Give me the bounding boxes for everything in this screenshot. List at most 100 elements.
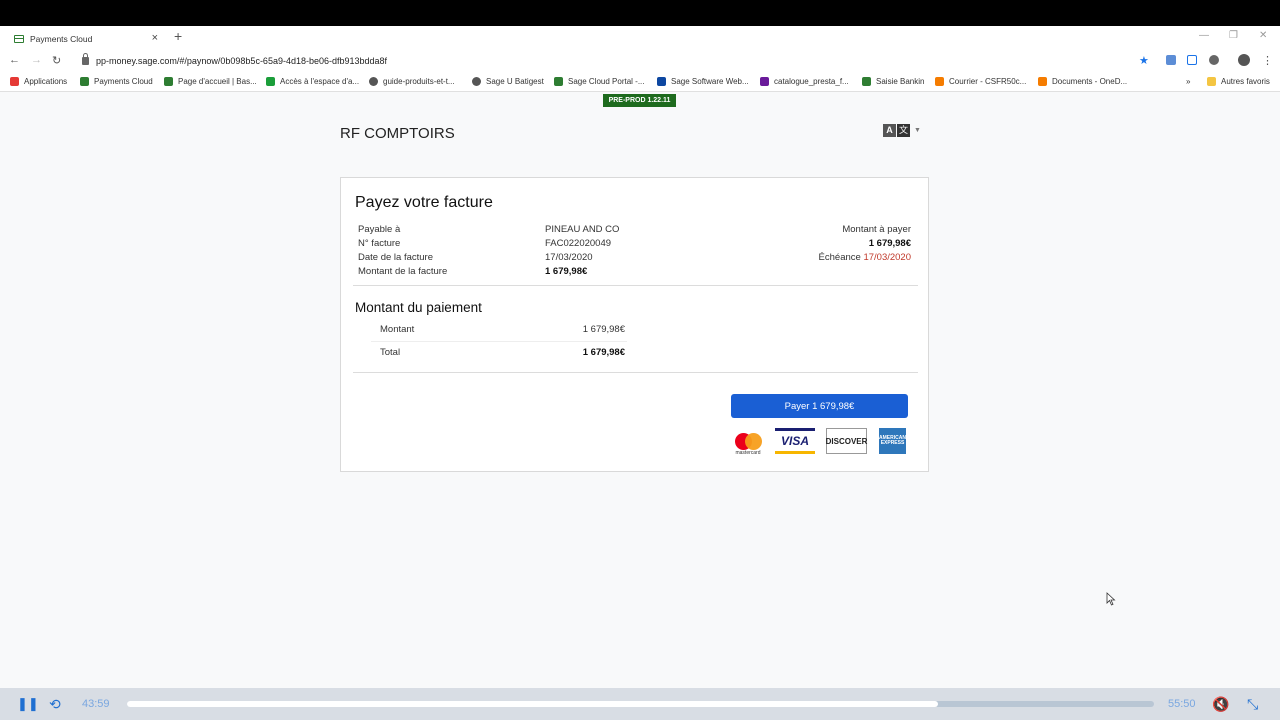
restore-icon[interactable]: ❐ — [1229, 30, 1238, 41]
invoice-amount-label: Montant de la facture — [358, 266, 448, 277]
forward-icon[interactable]: → — [31, 54, 42, 66]
bookmark-item[interactable]: Applications — [10, 77, 67, 86]
bookmark-label: Autres favoris — [1221, 77, 1270, 86]
bookmarks-bar: Applications Payments Cloud Page d'accueil… — [0, 72, 1280, 92]
bookmark-label: guide-produits-et-t... — [383, 77, 455, 86]
bookmark-item[interactable]: Accès à l'espace d'a... — [266, 77, 359, 86]
tab-strip: Payments Cloud × + — ❐ ✕ — [0, 26, 1280, 50]
language-selector[interactable]: A 文 ▼ — [883, 124, 921, 137]
bookmark-item[interactable]: Autres favoris — [1207, 77, 1270, 86]
elapsed-time: 43:59 — [82, 698, 110, 710]
sage-icon — [554, 77, 563, 86]
minimize-icon[interactable]: — — [1199, 30, 1209, 41]
bookmark-item[interactable]: Courrier - CSFR50c... — [935, 77, 1026, 86]
bookmark-item[interactable]: Page d'accueil | Bas... — [164, 77, 257, 86]
profile-avatar-icon[interactable] — [1238, 54, 1250, 66]
payable-label: Payable à — [358, 224, 401, 235]
sage-icon — [657, 77, 666, 86]
bookmark-item[interactable]: Sage U Batigest — [472, 77, 544, 86]
invoice-card: Payez votre facture Payable à PINEAU AND… — [340, 177, 929, 472]
card-icon — [80, 77, 89, 86]
bookmark-item[interactable]: Documents - OneD... — [1038, 77, 1127, 86]
grid-extension-icon[interactable] — [1187, 55, 1197, 65]
url-text: pp-money.sage.com/#/paynow/0b098b5c-65a9… — [96, 56, 388, 66]
payment-total-label: Total — [380, 347, 401, 358]
tab-title: Payments Cloud — [30, 34, 93, 44]
extension-icon[interactable] — [1166, 55, 1176, 65]
apps-grid-icon — [10, 77, 19, 86]
doc-icon — [760, 77, 769, 86]
bookmark-item[interactable]: Sage Cloud Portal -... — [554, 77, 644, 86]
more-bookmarks-icon[interactable]: » — [1186, 77, 1190, 86]
reload-icon[interactable]: ↻ — [52, 54, 61, 67]
invoice-title: Payez votre facture — [355, 194, 493, 211]
bookmark-label: Sage Cloud Portal -... — [568, 77, 645, 86]
pause-icon[interactable]: ❚❚ — [17, 696, 39, 712]
visa-logo: VISA — [775, 428, 815, 454]
mastercard-logo: mastercard — [731, 428, 765, 456]
sage-icon — [164, 77, 173, 86]
total-time: 55:50 — [1168, 698, 1196, 710]
bookmark-item[interactable]: Payments Cloud — [80, 77, 153, 86]
bookmark-label: Payments Cloud — [94, 77, 153, 86]
invoice-number-label: N° facture — [358, 238, 401, 249]
menu-kebab-icon[interactable]: ⋮ — [1262, 54, 1273, 67]
close-window-icon[interactable]: ✕ — [1259, 30, 1267, 41]
top-black-bar — [0, 0, 1280, 26]
pay-button[interactable]: Payer 1 679,98€ — [731, 394, 908, 418]
bookmark-label: Saisie Bankin — [876, 77, 925, 86]
bookmark-label: Documents - OneD... — [1052, 77, 1128, 86]
payment-amount-value: 1 679,98€ — [582, 324, 625, 335]
bookmark-label: catalogue_presta_f... — [774, 77, 849, 86]
row-divider — [371, 341, 627, 342]
bookmark-item[interactable]: Saisie Bankin — [862, 77, 924, 86]
progress-fill — [127, 701, 939, 707]
env-badge: PRE-PROD 1.22.11 — [603, 94, 676, 107]
bookmark-label: Sage Software Web... — [671, 77, 749, 86]
url-field[interactable]: pp-money.sage.com/#/paynow/0b098b5c-65a9… — [74, 52, 1160, 70]
due-date: Échéance 17/03/2020 — [741, 252, 911, 263]
bookmark-item[interactable]: catalogue_presta_f... — [760, 77, 849, 86]
bookmark-item[interactable]: guide-produits-et-t... — [369, 77, 455, 86]
invoice-number-value: FAC022020049 — [545, 238, 612, 249]
close-tab-icon[interactable]: × — [152, 32, 158, 44]
invoice-date-label: Date de la facture — [358, 252, 433, 263]
to-pay-value: 1 679,98€ — [868, 238, 911, 249]
video-controls-bar: ❚❚ ⟲ 43:59 55:50 🔇 ⤡ — [0, 688, 1280, 720]
translate-icon: A — [883, 124, 896, 137]
globe-icon — [472, 77, 481, 86]
bookmark-label: Applications — [24, 77, 68, 86]
bookmark-item[interactable]: Sage Software Web... — [657, 77, 749, 86]
address-bar: ← → ↻ pp-money.sage.com/#/paynow/0b098b5… — [0, 50, 1280, 72]
bookmark-label: Accès à l'espace d'a... — [280, 77, 360, 86]
payment-total-value: 1 679,98€ — [582, 347, 625, 358]
translate-alt-icon: 文 — [897, 124, 910, 137]
payment-amount-label: Montant — [380, 324, 415, 335]
company-name: RF COMPTOIRS — [340, 125, 455, 142]
amex-logo: AMERICAN EXPRESS — [879, 428, 906, 454]
rewind-10-icon[interactable]: ⟲ — [49, 696, 61, 713]
lock-icon — [82, 53, 89, 65]
exit-fullscreen-icon[interactable]: ⤡ — [1247, 696, 1258, 713]
due-label: Échéance — [818, 252, 861, 263]
invoice-date-value: 17/03/2020 — [545, 252, 593, 263]
bookmark-label: Sage U Batigest — [486, 77, 544, 86]
site-icon — [266, 77, 275, 86]
extension-circle-icon[interactable] — [1209, 55, 1219, 65]
progress-track[interactable] — [127, 701, 1154, 707]
card-icon — [14, 35, 24, 43]
windows-icon — [935, 77, 944, 86]
globe-icon — [369, 77, 378, 86]
chevron-down-icon: ▼ — [914, 127, 921, 134]
payable-value: PINEAU AND CO — [545, 224, 620, 235]
sage-icon — [862, 77, 871, 86]
browser-tab[interactable]: Payments Cloud × — [6, 28, 164, 50]
bookmark-label: Courrier - CSFR50c... — [949, 77, 1027, 86]
new-tab-icon[interactable]: + — [174, 28, 182, 44]
mute-icon[interactable]: 🔇 — [1212, 696, 1229, 713]
back-icon[interactable]: ← — [9, 54, 20, 66]
screen: Payments Cloud × + — ❐ ✕ ← → ↻ pp-money.… — [0, 0, 1280, 720]
divider — [353, 285, 918, 286]
bookmark-star-icon[interactable]: ★ — [1139, 54, 1149, 67]
to-pay-label: Montant à payer — [842, 224, 911, 235]
